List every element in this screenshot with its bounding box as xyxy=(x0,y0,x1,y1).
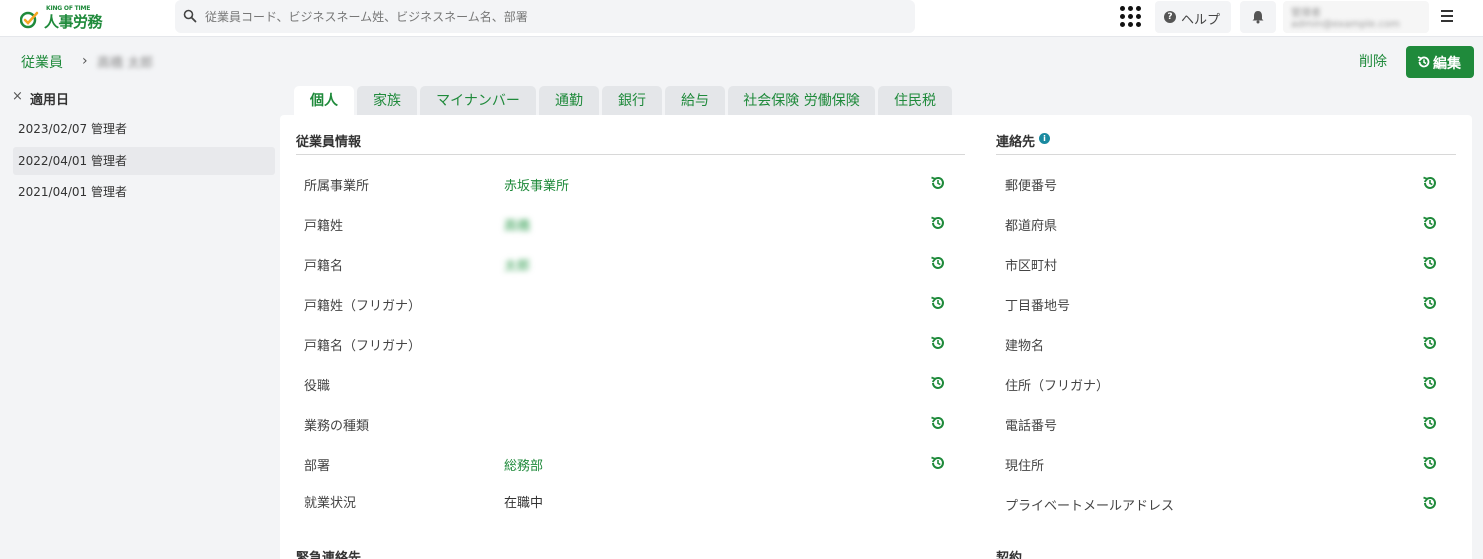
edit-button-label: 編集 xyxy=(1433,56,1461,72)
divider xyxy=(996,154,1456,155)
sidebar-date-item[interactable]: 2023/02/07 管理者 xyxy=(13,115,275,143)
sidebar-date-item[interactable]: 2021/04/01 管理者 xyxy=(13,178,275,206)
history-icon[interactable] xyxy=(1422,455,1438,471)
user-menu[interactable]: 管理者 admin@example.com xyxy=(1283,1,1429,33)
user-email: admin@example.com xyxy=(1291,19,1400,30)
search-icon xyxy=(183,9,197,23)
field-label: 市区町村 xyxy=(1005,259,1058,274)
app-logo[interactable]: KING OF TIME 人事労務 xyxy=(20,5,110,31)
breadcrumb-employee-name: 高橋 太郎 xyxy=(97,56,154,71)
close-icon[interactable]: × xyxy=(12,89,23,104)
field-label: 現住所 xyxy=(1005,459,1045,474)
field-label: 業務の種類 xyxy=(304,419,370,434)
bell-icon xyxy=(1252,11,1264,24)
user-name: 管理者 xyxy=(1291,8,1321,19)
history-icon[interactable] xyxy=(930,215,946,231)
chevron-right-icon: › xyxy=(82,53,88,69)
info-icon[interactable]: i xyxy=(1039,133,1050,144)
field-value-department[interactable]: 総務部 xyxy=(504,455,543,474)
field-label: 戸籍名（フリガナ） xyxy=(304,339,422,354)
tab-family[interactable]: 家族 xyxy=(357,86,417,116)
history-icon[interactable] xyxy=(1422,335,1438,351)
field-label: 住所（フリガナ） xyxy=(1005,379,1110,394)
contact-title: 連絡先 xyxy=(996,135,1036,150)
delete-button[interactable]: 削除 xyxy=(1348,48,1398,76)
history-icon[interactable] xyxy=(930,335,946,351)
field-value-given-name: 太郎 xyxy=(504,259,531,274)
question-icon: ? xyxy=(1164,11,1176,23)
notification-button[interactable] xyxy=(1240,1,1276,33)
field-label: プライベートメールアドレス xyxy=(1005,499,1175,514)
apps-grid-icon[interactable] xyxy=(1120,6,1142,28)
field-label: 建物名 xyxy=(1005,339,1045,354)
app-header: KING OF TIME 人事労務 ? ヘルプ 管理者 admin@exampl… xyxy=(0,0,1483,37)
history-icon[interactable] xyxy=(930,175,946,191)
field-label: 戸籍名 xyxy=(304,259,344,274)
history-icon[interactable] xyxy=(1422,215,1438,231)
history-icon[interactable] xyxy=(1422,175,1438,191)
logo-text: 人事労務 xyxy=(44,13,103,31)
history-icon[interactable] xyxy=(1422,375,1438,391)
breadcrumb-employees-link[interactable]: 従業員 xyxy=(21,52,63,72)
history-icon[interactable] xyxy=(1422,495,1438,511)
tab-commute[interactable]: 通勤 xyxy=(539,86,599,116)
tab-salary[interactable]: 給与 xyxy=(665,86,725,116)
tab-bank[interactable]: 銀行 xyxy=(602,86,662,116)
help-label: ヘルプ xyxy=(1181,13,1221,28)
history-icon[interactable] xyxy=(930,295,946,311)
tab-insurance[interactable]: 社会保険 労働保険 xyxy=(728,86,875,116)
tab-personal[interactable]: 個人 xyxy=(294,86,354,117)
field-label: 所属事業所 xyxy=(304,179,370,194)
field-label: 郵便番号 xyxy=(1005,179,1058,194)
field-value-family-name: 高橋 xyxy=(504,219,531,234)
hamburger-menu-icon[interactable] xyxy=(1436,4,1460,28)
sidebar-title: 適用日 xyxy=(30,93,70,108)
help-button[interactable]: ? ヘルプ xyxy=(1155,1,1231,33)
edit-button[interactable]: 編集 xyxy=(1406,46,1474,78)
tab-my-number[interactable]: マイナンバー xyxy=(420,86,536,116)
history-icon[interactable] xyxy=(1422,295,1438,311)
employee-info-title: 従業員情報 xyxy=(296,135,362,150)
field-label: 部署 xyxy=(304,459,331,474)
field-label: 都道府県 xyxy=(1005,219,1058,234)
main-card xyxy=(280,115,1472,559)
sidebar-date-item-selected[interactable]: 2022/04/01 管理者 xyxy=(13,147,275,175)
search-input[interactable] xyxy=(205,0,905,33)
field-value-employment-status: 在職中 xyxy=(504,496,544,511)
history-icon[interactable] xyxy=(930,375,946,391)
tab-resident-tax[interactable]: 住民税 xyxy=(878,86,952,116)
field-label: 丁目番地号 xyxy=(1005,299,1071,314)
history-icon[interactable] xyxy=(1422,255,1438,271)
global-search xyxy=(175,0,915,33)
divider xyxy=(296,154,965,155)
field-label: 就業状況 xyxy=(304,496,357,511)
field-label: 戸籍姓 xyxy=(304,219,344,234)
emergency-contact-title: 緊急連絡先 xyxy=(296,551,362,559)
history-icon xyxy=(1417,56,1430,68)
contract-title: 契約 xyxy=(996,551,1023,559)
history-icon[interactable] xyxy=(930,415,946,431)
field-label: 役職 xyxy=(304,379,331,394)
history-icon[interactable] xyxy=(1422,415,1438,431)
logo-mark-icon xyxy=(20,11,39,29)
field-value-office[interactable]: 赤坂事業所 xyxy=(504,175,569,194)
field-label: 戸籍姓（フリガナ） xyxy=(304,299,422,314)
history-icon[interactable] xyxy=(930,455,946,471)
field-label: 電話番号 xyxy=(1005,419,1058,434)
history-icon[interactable] xyxy=(930,255,946,271)
